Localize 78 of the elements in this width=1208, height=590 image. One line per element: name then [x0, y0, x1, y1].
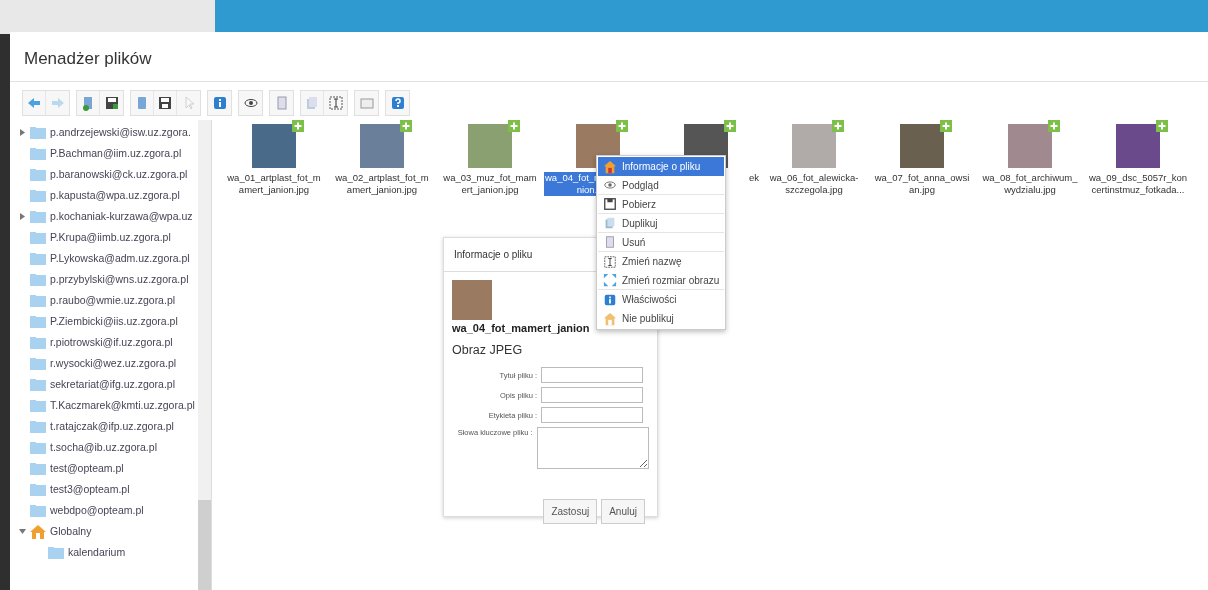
menu-item[interactable]: Właściwości [598, 290, 725, 309]
text-area[interactable] [536, 427, 649, 470]
menu-item[interactable]: Zmień rozmiar obrazu [598, 271, 725, 290]
file-type: Obraz JPEG [452, 341, 524, 359]
plus-icon[interactable] [292, 120, 304, 132]
text-cursor-icon [327, 95, 344, 111]
plus-icon[interactable] [1156, 120, 1168, 132]
plus-icon[interactable] [616, 120, 628, 132]
folder-name[interactable]: P.Bachman@iim.uz.zgora.pl [50, 145, 182, 162]
collapsed-arrow-icon[interactable] [19, 213, 25, 220]
input-field[interactable] [541, 407, 643, 424]
folder-name[interactable]: p.baranowski@ck.uz.zgora.pl [50, 166, 188, 183]
folder-name[interactable]: sekretariat@ifg.uz.zgora.pl [50, 376, 176, 393]
house-icon [603, 311, 617, 326]
folder-name[interactable]: r.piotrowski@if.uz.zgora.pl [50, 334, 173, 351]
file-name[interactable]: wa_03_muz_fot_mam ert_janion.jpg [442, 172, 538, 196]
help-icon [389, 95, 406, 111]
text-cursor-icon [603, 254, 617, 269]
arrow-left-icon [26, 95, 42, 111]
arrow-right-icon [49, 95, 66, 111]
expanded-arrow-icon[interactable] [18, 529, 26, 534]
file-name[interactable]: wa_01_artplast_fot_m amert_janion.jpg [226, 172, 322, 196]
folder-name[interactable]: p.przybylski@wns.uz.zgora.pl [50, 271, 189, 288]
file-name[interactable]: wa_07_fot_anna_owsi an.jpg [873, 172, 971, 196]
file-name[interactable]: wa_04_fot_r nion. [544, 172, 599, 196]
folder-name[interactable]: r.wysocki@wez.uz.zgora.pl [50, 355, 177, 372]
house-icon [603, 159, 617, 174]
info-icon [603, 292, 617, 307]
dialog-button[interactable]: Anuluj [601, 499, 645, 525]
file-name[interactable]: wa_08_fot_archiwum_ wydzialu.jpg [981, 172, 1079, 196]
file-name[interactable]: wa_09_dsc_5057r_kon certinstmuz_fotkada... [1087, 172, 1189, 196]
dialog-button[interactable]: Zastosuj [543, 499, 598, 525]
folder-name[interactable]: test@opteam.pl [50, 460, 124, 477]
plus-icon[interactable] [724, 120, 736, 132]
folder-name[interactable]: kalendarium [68, 544, 126, 561]
folder-name[interactable]: p.raubo@wmie.uz.zgora.pl [50, 292, 176, 309]
copy-icon [603, 216, 617, 230]
file-name[interactable]: wa_06_fot_alewicka- szczegola.jpg [768, 172, 860, 196]
menu-item[interactable]: Nie publikuj [598, 309, 725, 328]
menu-item[interactable]: Podgląd [598, 176, 725, 195]
resize-icon [603, 273, 617, 287]
folder-name[interactable]: T.Kaczmarek@kmti.uz.zgora.pl [50, 397, 195, 414]
folder-name[interactable]: webdpo@opteam.pl [50, 502, 144, 519]
dialog-title: Informacje o pliku [454, 249, 533, 260]
collapsed-arrow-icon[interactable] [19, 129, 25, 136]
folder-name[interactable]: P.Krupa@iimb.uz.zgora.pl [50, 229, 171, 246]
menu-item[interactable]: Usuń [598, 233, 725, 252]
folder-name[interactable]: t.socha@ib.uz.zgora.pl [50, 439, 157, 456]
menu-item[interactable]: Informacje o pliku [598, 157, 725, 176]
menu-item[interactable]: Duplikuj [598, 214, 725, 233]
folder-name[interactable]: P.Ziembicki@iis.uz.zgora.pl [50, 313, 178, 330]
plus-icon[interactable] [508, 120, 520, 132]
copy-icon [304, 95, 320, 111]
photo-placeholder [452, 280, 492, 320]
folder-name[interactable]: p.andrzejewski@isw.uz.zgora. [50, 124, 191, 141]
file-name[interactable]: wa_02_artplast_fot_m amert_janion.jpg [334, 172, 430, 196]
file-name[interactable]: ek [747, 172, 760, 184]
file-name: wa_04_fot_mamert_janion [452, 321, 591, 336]
folder-name[interactable]: p.kochaniak-kurzawa@wpa.uz [50, 208, 193, 225]
plus-icon[interactable] [940, 120, 952, 132]
folder-name[interactable]: test3@opteam.pl [50, 481, 130, 498]
folder-name[interactable]: t.ratajczak@ifp.uz.zgora.pl [50, 418, 174, 435]
plus-icon[interactable] [400, 120, 412, 132]
menu-item[interactable]: Pobierz [598, 195, 725, 214]
window-icon [358, 95, 375, 111]
scrollbar[interactable] [198, 120, 211, 590]
input-field[interactable] [541, 387, 643, 404]
info-icon [211, 95, 228, 111]
plus-icon[interactable] [1048, 120, 1060, 132]
menu-item[interactable]: Zmień nazwę [598, 252, 725, 271]
eye-icon [603, 178, 617, 192]
input-field[interactable] [541, 367, 643, 384]
folder-name[interactable]: P.Lykowska@adm.uz.zgora.pl [50, 250, 190, 267]
home-icon [30, 524, 46, 539]
folder-name[interactable]: p.kapusta@wpa.uz.zgora.pl [50, 187, 180, 204]
plus-icon[interactable] [832, 120, 844, 132]
folder-name[interactable]: Globalny [50, 523, 92, 540]
window-title: Menadżer plików [24, 49, 152, 68]
